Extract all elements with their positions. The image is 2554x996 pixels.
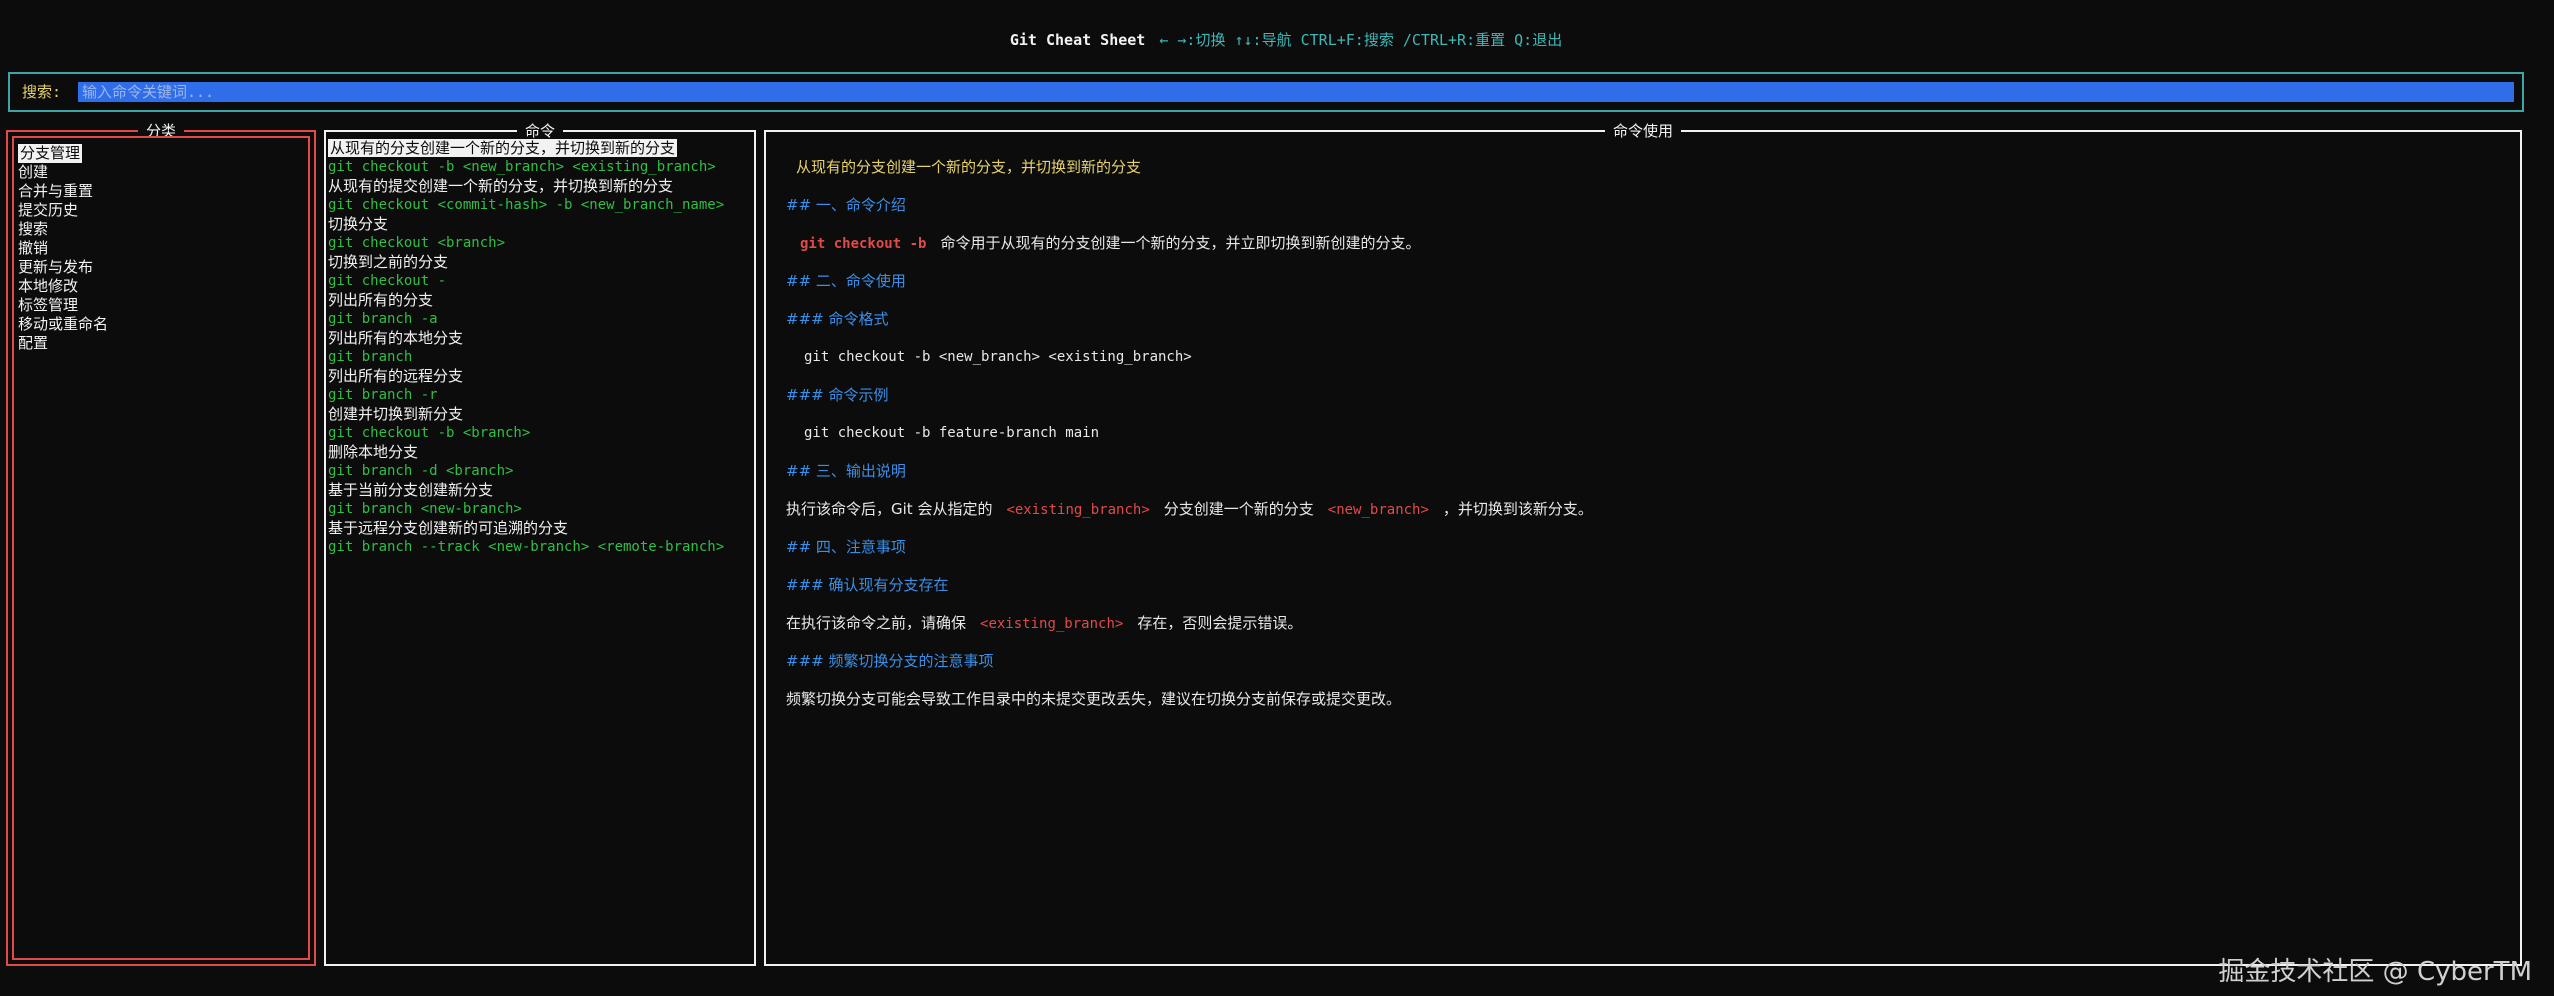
command-item[interactable]: 列出所有的远程分支: [328, 367, 752, 386]
category-list: 分支管理 创建 合并与重置 提交历史 搜索 撤销 更新与发布 本地修改 标签管理 移动或重命名 配置: [18, 144, 108, 353]
category-item-label: 标签管理: [18, 296, 79, 314]
command-description: 列出所有的本地分支: [328, 329, 464, 347]
category-item-label: 移动或重命名: [18, 315, 109, 333]
command-code[interactable]: git checkout -b <new_branch> <existing_b…: [328, 158, 752, 177]
command-code[interactable]: git branch -r: [328, 386, 752, 405]
command-item[interactable]: 列出所有的本地分支: [328, 329, 752, 348]
output-text: 执行该命令后，Git 会从指定的 <existing_branch> 分支创建一个新…: [786, 500, 1593, 518]
usage-content: 从现有的分支创建一个新的分支，并切换到新的分支 ## 一、命令介绍 git ch…: [786, 156, 2500, 726]
command-item[interactable]: 从现有的提交创建一个新的分支，并切换到新的分支: [328, 177, 752, 196]
section-usage-title: ## 二、命令使用: [786, 272, 906, 290]
category-item[interactable]: 创建: [18, 163, 108, 182]
format-title: ### 命令格式: [786, 310, 889, 328]
usage-panel-title: 命令使用: [766, 120, 2520, 142]
title-bar: Git Cheat Sheet ← →:切换 ↑↓:导航 CTRL+F:搜索 /C…: [0, 4, 2554, 49]
watermark: 掘金技术社区 @ CyberTM: [2218, 957, 2532, 987]
command-description: 切换分支: [328, 215, 389, 233]
command-description: 创建并切换到新分支: [328, 405, 464, 423]
category-item[interactable]: 配置: [18, 334, 108, 353]
category-item[interactable]: 标签管理: [18, 296, 108, 315]
command-description: 从现有的提交创建一个新的分支，并切换到新的分支: [328, 177, 674, 195]
command-item[interactable]: 切换分支: [328, 215, 752, 234]
category-item-label: 创建: [18, 163, 49, 181]
category-item[interactable]: 撤销: [18, 239, 108, 258]
app-title: Git Cheat Sheet: [1009, 31, 1146, 49]
command-item[interactable]: 切换到之前的分支: [328, 253, 752, 272]
command-code[interactable]: git checkout <commit-hash> -b <new_branc…: [328, 196, 752, 215]
section-output-title: ## 三、输出说明: [786, 462, 906, 480]
command-code[interactable]: git branch: [328, 348, 752, 367]
section-notes-title: ## 四、注意事项: [786, 538, 906, 556]
command-code[interactable]: git checkout -: [328, 272, 752, 291]
intro-command: git checkout -b: [800, 236, 927, 252]
category-item[interactable]: 提交历史: [18, 201, 108, 220]
command-code[interactable]: git checkout -b <branch>: [328, 424, 752, 443]
command-item[interactable]: 创建并切换到新分支: [328, 405, 752, 424]
category-item-label: 更新与发布: [18, 258, 94, 276]
category-item-label: 搜索: [18, 220, 49, 238]
command-description: 列出所有的远程分支: [328, 367, 464, 385]
command-description: 切换到之前的分支: [328, 253, 449, 271]
note1-text: 在执行该命令之前，请确保 <existing_branch> 存在，否则会提示错误。: [786, 614, 1303, 632]
category-item-label: 本地修改: [18, 277, 79, 295]
command-code[interactable]: git branch -a: [328, 310, 752, 329]
command-description: 基于当前分支创建新分支: [328, 481, 494, 499]
command-list: 从现有的分支创建一个新的分支，并切换到新的分支 git checkout -b <…: [328, 139, 752, 557]
command-description: 列出所有的分支: [328, 291, 434, 309]
note2-title: ### 频繁切换分支的注意事项: [786, 652, 994, 670]
command-item[interactable]: 从现有的分支创建一个新的分支，并切换到新的分支: [328, 139, 752, 158]
usage-heading: 从现有的分支创建一个新的分支，并切换到新的分支: [796, 158, 1142, 176]
example-code: git checkout -b feature-branch main: [804, 425, 1100, 441]
command-description: 从现有的分支创建一个新的分支，并切换到新的分支: [328, 139, 678, 157]
category-item[interactable]: 合并与重置: [18, 182, 108, 201]
category-item-label: 配置: [18, 334, 49, 352]
command-item[interactable]: 列出所有的分支: [328, 291, 752, 310]
command-code[interactable]: git branch <new-branch>: [328, 500, 752, 519]
format-code: git checkout -b <new_branch> <existing_b…: [804, 349, 1192, 365]
category-item[interactable]: 本地修改: [18, 277, 108, 296]
category-item-label: 撤销: [18, 239, 49, 257]
command-description: 基于远程分支创建新的可追溯的分支: [328, 519, 569, 537]
command-panel: 命令 从现有的分支创建一个新的分支，并切换到新的分支 git checkout -…: [324, 122, 756, 966]
category-item-label: 提交历史: [18, 201, 79, 219]
example-title: ### 命令示例: [786, 386, 889, 404]
section-intro-text: git checkout -b 命令用于从现有的分支创建一个新的分支，并立即切换到…: [800, 234, 1421, 252]
search-box: 搜索:: [8, 72, 2524, 112]
category-item-label: 分支管理: [18, 144, 83, 163]
category-panel-inner: 分支管理 创建 合并与重置 提交历史 搜索 撤销 更新与发布 本地修改 标签管理 移动或重命名 配置: [12, 136, 310, 960]
note2-text: 频繁切换分支可能会导致工作目录中的未提交更改丢失，建议在切换分支前保存或提交更改…: [786, 690, 1402, 708]
keyboard-hints: ← →:切换 ↑↓:导航 CTRL+F:搜索 /CTRL+R:重置 Q:退出: [1159, 31, 1563, 49]
search-label: 搜索:: [22, 83, 62, 101]
command-item[interactable]: 基于远程分支创建新的可追溯的分支: [328, 519, 752, 538]
category-item[interactable]: 搜索: [18, 220, 108, 239]
search-input[interactable]: [78, 82, 2514, 102]
category-item[interactable]: 分支管理: [18, 144, 108, 163]
category-item-label: 合并与重置: [18, 182, 94, 200]
command-code[interactable]: git branch -d <branch>: [328, 462, 752, 481]
category-panel: 分类 分支管理 创建 合并与重置 提交历史 搜索 撤销 更新与发布 本地修改 标签管理 移动或重命…: [6, 122, 316, 966]
command-description: 删除本地分支: [328, 443, 419, 461]
category-item[interactable]: 移动或重命名: [18, 315, 108, 334]
command-item[interactable]: 基于当前分支创建新分支: [328, 481, 752, 500]
command-code[interactable]: git checkout <branch>: [328, 234, 752, 253]
command-code[interactable]: git branch --track <new-branch> <remote-…: [328, 538, 752, 557]
usage-panel: 命令使用 从现有的分支创建一个新的分支，并切换到新的分支 ## 一、命令介绍 g…: [764, 122, 2522, 966]
command-item[interactable]: 删除本地分支: [328, 443, 752, 462]
section-intro-title: ## 一、命令介绍: [786, 196, 906, 214]
note1-title: ### 确认现有分支存在: [786, 576, 949, 594]
category-item[interactable]: 更新与发布: [18, 258, 108, 277]
